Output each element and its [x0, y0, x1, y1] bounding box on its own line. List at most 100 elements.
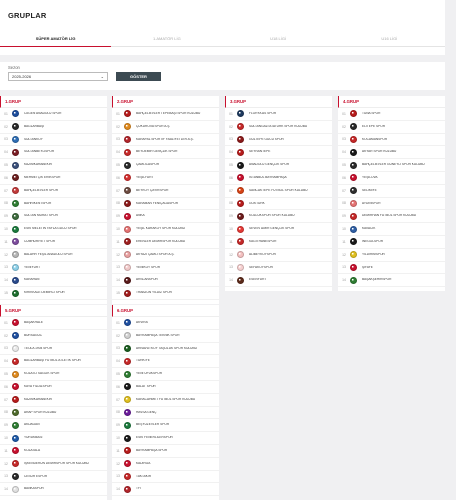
team-name-link[interactable]: BAŞAKHALE [24, 321, 46, 325]
team-name-link[interactable]: YEŞİLOVA [362, 176, 381, 180]
team-row[interactable]: 03 KOCAMANSPOR [338, 134, 445, 147]
team-row[interactable]: 02 BAĞLARBAŞI [0, 121, 107, 134]
team-row[interactable]: 06 İSTANBUL BAYRAMPAŞA [225, 172, 332, 185]
team-row[interactable]: 11 İNEGÖLSPOR [338, 236, 445, 249]
team-name-link[interactable]: BANKASPOR [24, 487, 47, 491]
team-name-link[interactable]: ELİTEPE SPOR [362, 125, 388, 129]
team-name-link[interactable]: KAVACIK [362, 227, 378, 231]
team-name-link[interactable]: SULTANBEYLİSPOR [24, 150, 57, 154]
tab-u18-league[interactable]: U18 LİGİ [222, 31, 334, 47]
team-row[interactable]: 04 AKYAR SPOR KULÜBÜ [338, 146, 445, 160]
team-name-link[interactable]: BAYRAMPAŞA SPOR [136, 449, 170, 453]
team-row[interactable]: 14 ARSLANSPOR [112, 274, 219, 288]
team-row[interactable]: 05 YENİ UFUKSPOR [112, 368, 219, 381]
team-name-link[interactable]: BEŞYÜZEVLER SPOR [136, 423, 172, 427]
team-row[interactable]: 14 KARAHAN [0, 274, 107, 288]
team-row[interactable]: 06 YEŞİLYURT [112, 172, 219, 185]
team-name-link[interactable]: KAĞITHANESPOR [249, 240, 279, 244]
team-name-link[interactable]: DEMİRHAN FUTBOL SPOR KULÜBÜ [362, 214, 419, 218]
team-name-link[interactable]: YEŞİL KARAKÖY SPOR KULÜBÜ [136, 227, 188, 231]
team-row[interactable]: 08 BAHRİKENTSPOR [0, 198, 107, 211]
team-name-link[interactable]: SULTANKÖY [24, 138, 46, 142]
team-row[interactable]: 11 ERENLER DEMİRSPOR KULÜBÜ [112, 236, 219, 249]
team-name-link[interactable]: BALAT SPOR [136, 385, 159, 389]
team-row[interactable]: 13 SEFAKÖYSPOR [225, 262, 332, 275]
team-name-link[interactable]: TFT [136, 487, 145, 491]
team-name-link[interactable]: AKDAĞAN [24, 423, 43, 427]
team-row[interactable]: 13 YENİYURT [0, 262, 107, 275]
team-row[interactable]: 11 KAĞITHANESPOR [225, 236, 332, 249]
team-row[interactable]: 08 KARAMAN YENİÇAĞASPOR [112, 198, 219, 211]
team-name-link[interactable]: ESENYURT [249, 278, 269, 282]
team-row[interactable]: 04 BAĞLARBAŞI FUTBOL ATLETİK SPOR [0, 355, 107, 369]
team-name-link[interactable]: KOZATLI SAĞLIK SPOR [24, 372, 62, 376]
team-name-link[interactable]: ANADOLU GENÇLİK SPOR [249, 163, 292, 167]
team-name-link[interactable]: ARSLANSPOR [136, 278, 161, 282]
team-row[interactable]: 07 SANCAKTEPE FUTBOL SPOR KULÜBÜ [225, 185, 332, 198]
team-row[interactable]: 10 ESKİ MELETİN YAYLA GÜCÜ SPOR [0, 223, 107, 236]
team-row[interactable]: 02 BAYRAMPAŞA TEKNİK SPOR [112, 330, 219, 343]
team-row[interactable]: 11 BAYRAMPAŞA SPOR [112, 445, 219, 458]
team-name-link[interactable]: GÖKTÜRK [249, 202, 268, 206]
team-row[interactable]: 12 BALAHR YEŞİL ANADOLU SPOR [0, 249, 107, 262]
team-name-link[interactable]: AKVİRA [136, 321, 151, 325]
team-row[interactable]: 09 BEŞYÜZEVLER SPOR [112, 419, 219, 433]
team-name-link[interactable]: SANCAKTEPE FUTBOL SPOR KULÜBÜ [249, 189, 311, 193]
team-name-link[interactable]: BAĞLARBAŞI FUTBOL ATLETİK SPOR [24, 359, 84, 363]
team-name-link[interactable]: YENİ UFUKSPOR [136, 372, 165, 376]
team-name-link[interactable]: ARAP SPOR KULÜBÜ [24, 411, 59, 415]
team-name-link[interactable]: TÜRKİYE [136, 359, 153, 363]
team-row[interactable]: 05 ANADOLU GENÇLİK SPOR [225, 159, 332, 172]
team-row[interactable]: 15 TRABZON YILDIZ SPOR [112, 287, 219, 300]
team-row[interactable]: 14 BAŞAKŞEHİRSPOR [338, 274, 445, 288]
team-name-link[interactable]: GÜLTEPE GÜCÜ SPOR [249, 138, 287, 142]
team-row[interactable]: 06 KAYA YILDIZSPOR [0, 381, 107, 394]
team-name-link[interactable]: ESKİ FENERLİLERSPOR [136, 436, 176, 440]
team-row[interactable]: 05 ÇAMLICASPOR [112, 159, 219, 172]
team-name-link[interactable]: BEYDEMİR GENÇLİK SPOR [136, 150, 180, 154]
team-row[interactable]: 07 KARACAHMET FUTBOL SPOR KULÜBÜ [112, 394, 219, 407]
team-name-link[interactable]: KARACAHMET FUTBOL SPOR KULÜBÜ [136, 398, 198, 402]
team-name-link[interactable]: CUMHURİYET SPOR [24, 240, 58, 244]
team-name-link[interactable]: AKYAR SPOR KULÜBÜ [362, 150, 399, 154]
team-row[interactable]: 10 YURUKBASI [0, 432, 107, 445]
team-row[interactable]: 14 ESENYURT [225, 274, 332, 288]
team-row[interactable]: 06 MEHMETÇİK ERİKSPOR [0, 172, 107, 185]
team-name-link[interactable]: YILDIRIMSPOR [362, 253, 388, 257]
team-name-link[interactable]: FLORYA AS SPOR [249, 112, 279, 116]
team-row[interactable]: 03 GÜLTEPE GÜCÜ SPOR [225, 134, 332, 147]
team-name-link[interactable]: SEFAKÖYSPOR [249, 266, 276, 270]
team-row[interactable]: 12 İŞKENDERUN DEMİRSPOR SPOR KULÜBÜ [0, 458, 107, 471]
team-name-link[interactable]: BEYKÖY ÇAYIRSPOR [136, 189, 171, 193]
team-row[interactable]: 10 ESKİ FENERLİLERSPOR [112, 432, 219, 445]
team-name-link[interactable]: ÇAMLICASPOR [136, 163, 162, 167]
team-name-link[interactable]: KARAPAL SPORTIF FAALİYETLER A.Ş. [136, 138, 197, 142]
team-name-link[interactable]: AYDINSPOR [362, 202, 384, 206]
team-row[interactable]: 07 BAHÇELİEVLER SPOR [0, 185, 107, 198]
team-name-link[interactable]: ESKİ MELETİN YAYLA GÜCÜ SPOR [24, 227, 80, 231]
team-row[interactable]: 01 FLORYA AS SPOR [225, 108, 332, 121]
team-name-link[interactable]: İNEGÖLSPOR [362, 240, 386, 244]
team-row[interactable]: 04 SULTANBEYLİSPOR [0, 146, 107, 160]
team-row[interactable]: 12 KADIRGA [112, 458, 219, 471]
team-row[interactable]: 02 BURSAGÜC [0, 330, 107, 343]
team-row[interactable]: 10 KAVACIK [338, 223, 445, 236]
team-name-link[interactable]: TRABZON YILDIZ SPOR [136, 291, 175, 295]
team-name-link[interactable]: ÖZGEN ANADOLU SPOR [24, 112, 64, 116]
team-row[interactable]: 12 ALİBEYKÖYSPOR [225, 249, 332, 262]
team-row[interactable]: 10 SEVEN İZMİR GENÇLİK SPOR [225, 223, 332, 236]
team-name-link[interactable]: KADIRGA [136, 462, 153, 466]
team-row[interactable]: 12 AKYAZI ÇAMLI SPOR A.Ş. [112, 249, 219, 262]
team-row[interactable]: 03 TEOLA 1904 SPOR [0, 343, 107, 356]
team-row[interactable]: 08 HAVSA GENÇ [112, 407, 219, 420]
team-row[interactable]: 05 KAZIMKARABEKİR [0, 159, 107, 172]
team-row[interactable]: 13 TAKTAKIR [112, 471, 219, 484]
tab-super-amateur-league[interactable]: SÜPER AMATÖR LİG [0, 31, 112, 47]
team-name-link[interactable]: TEOLA 1904 SPOR [24, 347, 55, 351]
team-row[interactable]: 04 BEYDEMİR GENÇLİK SPOR [112, 146, 219, 160]
team-row[interactable]: 11 KOZATALA [0, 445, 107, 458]
team-row[interactable]: 07 BEYKÖY ÇAYIRSPOR [112, 185, 219, 198]
team-name-link[interactable]: ÇUKUROVA SPOR A.Ş. [136, 125, 173, 129]
team-row[interactable]: 14 BANKASPOR [0, 483, 107, 497]
team-name-link[interactable]: KARAMAN YENİÇAĞASPOR [136, 202, 181, 206]
